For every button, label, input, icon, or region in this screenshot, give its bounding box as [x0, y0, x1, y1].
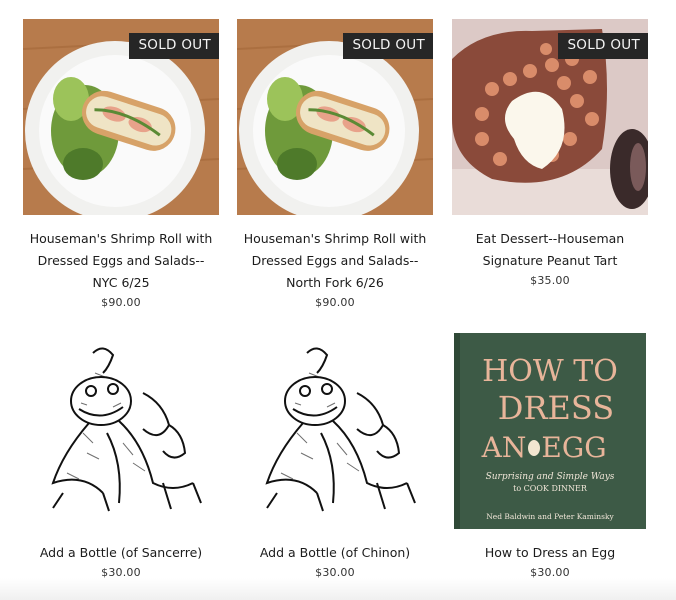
product-grid: SOLD OUT Houseman's Shrimp Roll with Dre… — [0, 0, 676, 600]
product-name[interactable]: Houseman's Shrimp Roll with Dressed Eggs… — [23, 228, 219, 294]
product-price: $30.00 — [315, 566, 355, 579]
product-card[interactable]: SOLD OUT Houseman's Shrimp Roll with Dre… — [237, 19, 433, 309]
sold-out-badge: SOLD OUT — [129, 33, 219, 59]
product-image-link[interactable]: SOLD OUT — [237, 19, 433, 215]
book-title-line2: DRESS — [498, 389, 614, 427]
product-price: $30.00 — [530, 566, 570, 579]
product-card[interactable]: HOW TO DRESS AN EGG Surprising and Simpl… — [452, 333, 648, 579]
frog-illustration — [23, 333, 219, 529]
book-cover: HOW TO DRESS AN EGG Surprising and Simpl… — [452, 333, 648, 529]
product-image-link[interactable]: SOLD OUT — [452, 19, 648, 215]
product-name[interactable]: Add a Bottle (of Sancerre) — [23, 542, 219, 564]
egg-icon — [528, 440, 540, 456]
product-card[interactable]: SOLD OUT Eat Dessert--Houseman Signature… — [452, 19, 648, 287]
product-card[interactable]: Add a Bottle (of Sancerre) $30.00 — [23, 333, 219, 579]
product-image-link[interactable] — [23, 333, 219, 529]
product-price: $90.00 — [101, 296, 141, 309]
product-name[interactable]: Add a Bottle (of Chinon) — [237, 542, 433, 564]
book-title-line3a: AN — [481, 431, 527, 464]
product-image-link[interactable]: HOW TO DRESS AN EGG Surprising and Simpl… — [452, 333, 648, 529]
product-card[interactable]: Add a Bottle (of Chinon) $30.00 — [237, 333, 433, 579]
product-name[interactable]: Houseman's Shrimp Roll with Dressed Eggs… — [237, 228, 433, 294]
book-title-line3b: EGG — [541, 431, 606, 464]
product-image-link[interactable]: SOLD OUT — [23, 19, 219, 215]
sold-out-badge: SOLD OUT — [558, 33, 648, 59]
product-price: $90.00 — [315, 296, 355, 309]
book-authors: Ned Baldwin and Peter Kaminsky — [486, 512, 614, 521]
product-image-link[interactable] — [237, 333, 433, 529]
product-name[interactable]: Eat Dessert--Houseman Signature Peanut T… — [452, 228, 648, 272]
product-price: $35.00 — [530, 274, 570, 287]
book-subtitle-line1: Surprising and Simple Ways — [486, 472, 615, 482]
book-subtitle-line2: to COOK DINNER — [513, 484, 588, 493]
product-price: $30.00 — [101, 566, 141, 579]
frog-illustration — [237, 333, 433, 529]
product-name[interactable]: How to Dress an Egg — [452, 542, 648, 564]
product-card[interactable]: SOLD OUT Houseman's Shrimp Roll with Dre… — [23, 19, 219, 309]
sold-out-badge: SOLD OUT — [343, 33, 433, 59]
book-title-line1: HOW TO — [482, 354, 618, 389]
